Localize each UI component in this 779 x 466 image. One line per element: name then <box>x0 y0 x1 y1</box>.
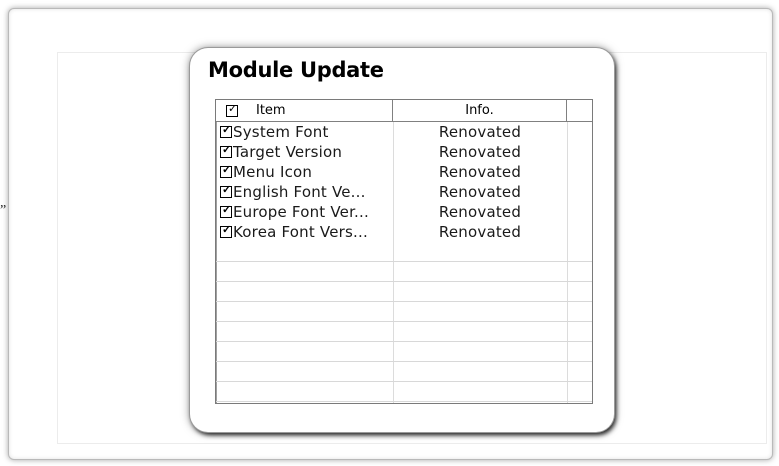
module-update-dialog: Module Update ✓ Item Info. ✓ System Font R… <box>190 48 614 432</box>
row-checkbox[interactable]: ✓ <box>220 164 232 178</box>
row-item-name: Europe Font Ver... <box>233 203 369 221</box>
select-all-checkbox[interactable]: ✓ <box>226 102 238 117</box>
row-item-name: System Font <box>233 123 329 141</box>
row-item-name: Target Version <box>233 143 343 161</box>
table-row[interactable]: ✓ English Font Ve... Renovated <box>216 182 592 202</box>
table-row[interactable]: ✓ Korea Font Vers... Renovated <box>216 222 592 242</box>
list-rows: ✓ System Font Renovated ✓ Target Version Reno… <box>216 122 592 402</box>
check-icon: ✓ <box>222 184 232 196</box>
empty-row <box>216 362 592 382</box>
row-info-status: Renovated <box>438 203 522 221</box>
row-item-name: English Font Ve... <box>233 183 366 201</box>
row-info-status: Renovated <box>438 223 522 241</box>
module-list[interactable]: ✓ Item Info. ✓ System Font Renovated ✓ Targe… <box>215 99 593 404</box>
table-row[interactable]: ✓ System Font Renovated <box>216 122 592 142</box>
check-icon: ✓ <box>222 144 232 156</box>
empty-row <box>216 342 592 362</box>
column-header-filler <box>567 100 592 121</box>
check-icon: ✓ <box>222 124 232 136</box>
check-icon: ✓ <box>222 204 232 216</box>
column-header-item[interactable]: ✓ Item <box>216 100 393 121</box>
column-header-info[interactable]: Info. <box>393 100 567 121</box>
row-checkbox[interactable]: ✓ <box>220 224 232 238</box>
empty-row <box>216 382 592 402</box>
row-info-status: Renovated <box>438 143 522 161</box>
row-checkbox[interactable]: ✓ <box>220 144 232 158</box>
empty-row <box>216 262 592 282</box>
row-checkbox[interactable]: ✓ <box>220 124 232 138</box>
dialog-title: Module Update <box>208 58 384 82</box>
check-icon: ✓ <box>222 164 232 176</box>
column-header-item-label: Item <box>256 103 286 118</box>
row-item-name: Menu Icon <box>233 163 313 181</box>
check-icon: ✓ <box>222 224 232 236</box>
table-row[interactable]: ✓ Target Version Renovated <box>216 142 592 162</box>
empty-row <box>216 282 592 302</box>
row-checkbox[interactable]: ✓ <box>220 204 232 218</box>
table-row[interactable]: ✓ Menu Icon Renovated <box>216 162 592 182</box>
check-icon: ✓ <box>228 102 238 115</box>
row-info-status: Renovated <box>438 183 522 201</box>
column-header-info-label: Info. <box>465 103 494 118</box>
row-item-name: Korea Font Vers... <box>233 223 368 241</box>
empty-row <box>216 322 592 342</box>
empty-row <box>216 242 592 262</box>
stray-quote-mark: ” <box>0 203 7 218</box>
row-info-status: Renovated <box>438 123 522 141</box>
empty-row <box>216 302 592 322</box>
table-row[interactable]: ✓ Europe Font Ver... Renovated <box>216 202 592 222</box>
list-header: ✓ Item Info. <box>216 100 592 122</box>
row-info-status: Renovated <box>438 163 522 181</box>
row-checkbox[interactable]: ✓ <box>220 184 232 198</box>
